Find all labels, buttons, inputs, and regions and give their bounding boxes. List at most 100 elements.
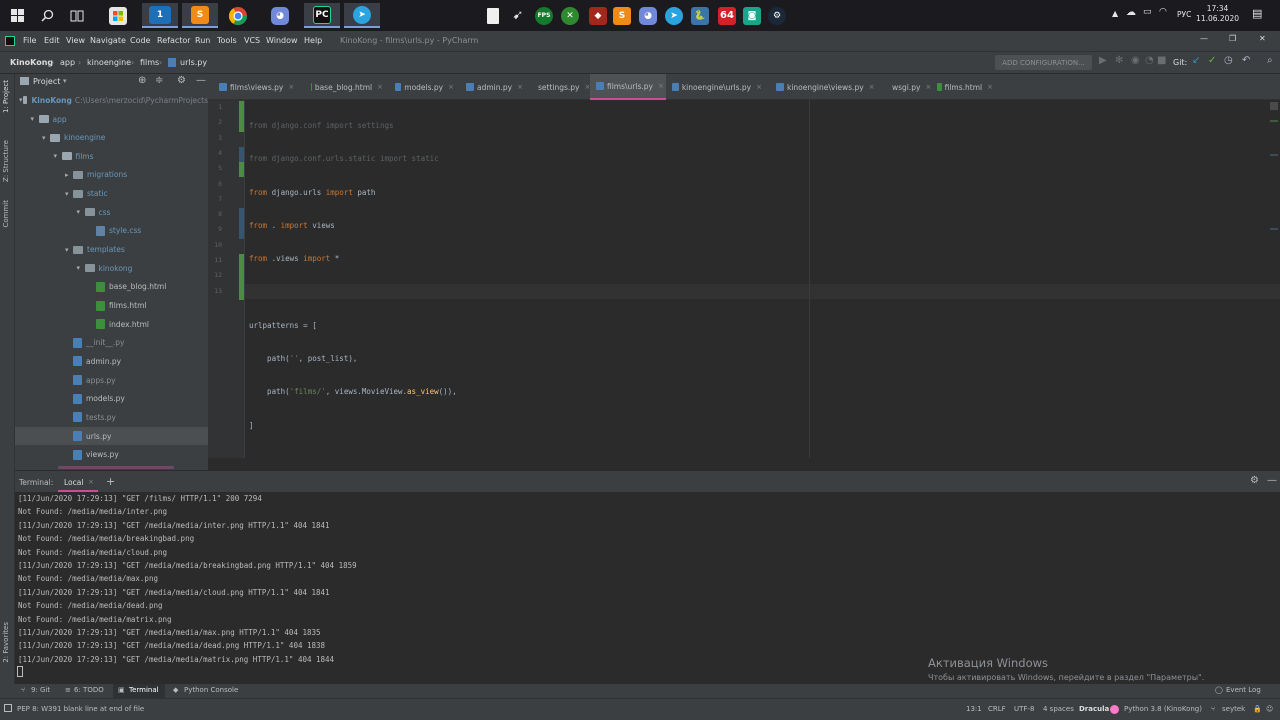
mail-icon[interactable]: 1 [142, 3, 178, 28]
git-tool-tab[interactable]: 9: Git [31, 686, 50, 694]
tray-clock[interactable]: 17:34 11.06.2020 [1196, 4, 1239, 24]
editor-tab[interactable]: films.html × [931, 74, 993, 100]
project-tool-tab[interactable]: 1: Project [2, 80, 10, 113]
stop-icon[interactable]: ■ [1157, 56, 1166, 66]
file-encoding[interactable]: UTF-8 [1014, 705, 1034, 713]
line-separator[interactable]: CRLF [988, 705, 1006, 713]
cloud-icon[interactable]: ☁ [1126, 7, 1136, 18]
close-tab-icon[interactable]: × [869, 83, 875, 91]
tree-file[interactable]: style.css [15, 222, 208, 240]
editor-tab[interactable]: films\urls.py × [590, 74, 666, 100]
structure-tool-tab[interactable]: Z: Structure [2, 140, 10, 182]
steam-icon[interactable]: ⚙ [766, 3, 788, 28]
menu-navigate[interactable]: Navigate [90, 36, 126, 45]
status-message[interactable]: PEP 8: W391 blank line at end of file [17, 705, 144, 713]
event-log-tool-tab[interactable]: Event Log [1226, 686, 1261, 694]
add-configuration-button[interactable]: ADD CONFIGURATION... [995, 55, 1092, 70]
project-scrollbar[interactable] [58, 466, 174, 469]
vcs-change-marker[interactable] [239, 254, 244, 300]
vcs-change-marker[interactable] [239, 101, 244, 132]
expand-arrow-icon[interactable]: ▾ [77, 208, 85, 216]
tray-chevron-icon[interactable]: ▲ [1112, 9, 1118, 18]
menu-file[interactable]: File [23, 36, 36, 45]
favorites-tool-tab[interactable]: 2: Favorites [2, 622, 10, 663]
git-branch[interactable]: seytek [1222, 705, 1245, 713]
sublime-small-icon[interactable]: S [612, 3, 632, 28]
theme-name[interactable]: Dracula [1079, 705, 1109, 713]
cursor-tool-icon[interactable]: ➹ [508, 3, 528, 28]
pycharm-icon[interactable]: PC [304, 3, 340, 28]
caret-position[interactable]: 13:1 [966, 705, 982, 713]
tree-file[interactable]: __init__.py [15, 334, 208, 352]
editor-tab[interactable]: kinoengine\urls.py × [666, 74, 762, 100]
restore-icon[interactable]: ❐ [1229, 34, 1236, 43]
toggle-tool-windows-icon[interactable] [4, 704, 12, 712]
tree-file[interactable]: urls.py [15, 427, 208, 446]
notifications-icon[interactable]: ▤ [1252, 7, 1262, 20]
expand-arrow-icon[interactable]: ▾ [54, 152, 62, 160]
todo-tool-tab[interactable]: 6: TODO [74, 686, 104, 694]
tree-folder[interactable]: ▸ migrations [15, 166, 208, 184]
close-tab-icon[interactable]: × [517, 83, 523, 91]
chrome-icon[interactable] [226, 3, 250, 28]
locate-file-icon[interactable]: ⊕ [138, 75, 146, 86]
tree-folder[interactable]: ▾ templates [15, 241, 208, 259]
terminal-tab-local[interactable]: Local × [58, 472, 98, 492]
close-tab-icon[interactable]: × [288, 83, 294, 91]
code-area[interactable]: from django.conf import settings from dj… [249, 100, 457, 451]
sublime-icon[interactable]: S [182, 3, 218, 28]
tree-file[interactable]: films.html [15, 297, 208, 315]
close-tab-icon[interactable]: × [756, 83, 762, 91]
wifi-icon[interactable]: ◠ [1159, 7, 1167, 17]
tree-folder[interactable]: ▾ css [15, 203, 208, 221]
fps-icon[interactable]: FPS [534, 3, 554, 28]
menu-refactor[interactable]: Refactor [157, 36, 191, 45]
close-tab-icon[interactable]: × [88, 478, 94, 486]
tree-file[interactable]: admin.py [15, 352, 208, 370]
git-rollback-icon[interactable]: ↶ [1242, 56, 1250, 66]
collapse-all-icon[interactable]: ≑ [155, 75, 163, 86]
menu-window[interactable]: Window [266, 36, 298, 45]
close-tab-icon[interactable]: × [377, 83, 383, 91]
terminal-tool-tab[interactable]: Terminal [129, 686, 159, 694]
inspection-status-icon[interactable] [1270, 102, 1278, 110]
editor-tab[interactable]: films\views.py × [213, 74, 298, 100]
commit-tool-tab[interactable]: Commit [2, 200, 10, 228]
profile-icon[interactable]: ◔ [1145, 56, 1154, 66]
breadcrumb-films[interactable]: films [140, 58, 159, 67]
tree-folder[interactable]: ▾ app [15, 110, 208, 128]
expand-arrow-icon[interactable]: ▾ [42, 134, 50, 142]
menu-tools[interactable]: Tools [217, 36, 237, 45]
menu-view[interactable]: View [66, 36, 85, 45]
run-icon[interactable]: ▶ [1099, 56, 1107, 66]
close-tab-icon[interactable]: × [658, 82, 664, 90]
notepad-icon[interactable] [484, 3, 502, 28]
windows-start-icon[interactable] [6, 3, 28, 28]
terminal-settings-icon[interactable]: ⚙ [1250, 475, 1259, 486]
editor-tab[interactable]: kinoengine\views.py × [770, 74, 875, 100]
editor-tab[interactable]: settings.py × [529, 74, 590, 100]
language-indicator[interactable]: РУС [1177, 10, 1191, 19]
tree-file[interactable]: models.py [15, 390, 208, 408]
discord-icon[interactable]: ◕ [268, 3, 292, 28]
close-icon[interactable]: ✕ [1259, 34, 1266, 43]
breadcrumb-kinoengine[interactable]: kinoengine [87, 58, 131, 67]
python-console-tool-tab[interactable]: Python Console [184, 686, 238, 694]
app-64-icon[interactable]: 64 [716, 3, 738, 28]
telegram-icon[interactable]: ➤ [344, 3, 380, 28]
dota-icon[interactable]: ◆ [588, 3, 608, 28]
debug-icon[interactable]: ✻ [1115, 56, 1123, 66]
python-icon[interactable]: 🐍 [690, 3, 710, 28]
lock-icon[interactable]: 🔒 [1253, 705, 1262, 713]
breadcrumb-app[interactable]: app [60, 58, 75, 67]
project-view-dropdown-icon[interactable]: ▾ [63, 77, 67, 85]
tree-file[interactable]: index.html [15, 315, 208, 333]
expand-arrow-icon[interactable]: ▸ [65, 171, 73, 179]
menu-edit[interactable]: Edit [44, 36, 60, 45]
git-update-icon[interactable]: ↙ [1192, 56, 1200, 66]
search-icon[interactable] [36, 3, 58, 28]
tree-folder[interactable]: ▾ static [15, 185, 208, 203]
expand-arrow-icon[interactable]: ▾ [31, 115, 39, 123]
menu-vcs[interactable]: VCS [244, 36, 260, 45]
panel-settings-icon[interactable]: ⚙ [177, 75, 186, 86]
